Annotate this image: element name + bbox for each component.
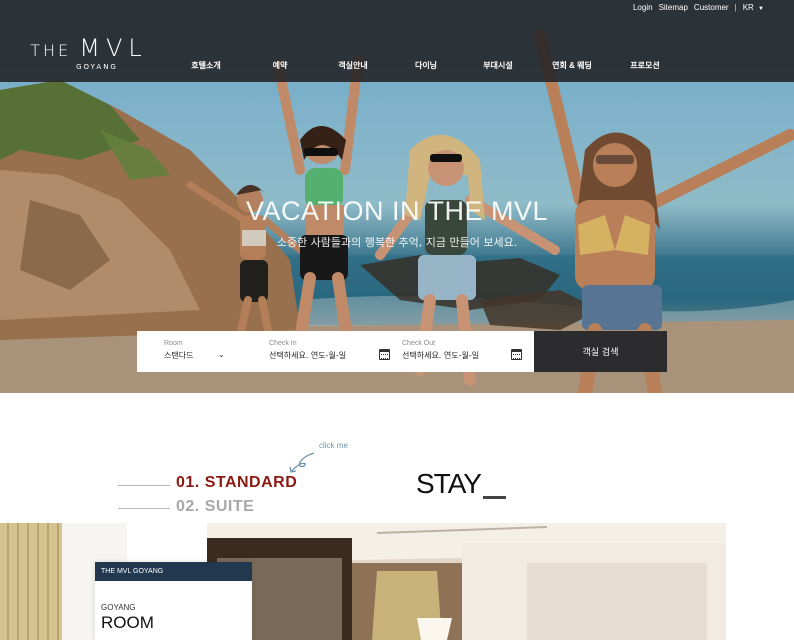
- site-header: Login Sitemap Customer | KR ▼ THE MVL GO…: [0, 0, 794, 82]
- logo-wordmark: THE MVL: [24, 34, 154, 62]
- logo-word-mvl: MVL: [79, 34, 148, 62]
- room-value: 스탠다드: [164, 351, 194, 360]
- tab-standard[interactable]: 01. STANDARD: [176, 474, 297, 492]
- customer-link[interactable]: Customer: [694, 3, 729, 12]
- login-link[interactable]: Login: [633, 3, 653, 12]
- nav-item-about[interactable]: 호텔소개: [191, 60, 220, 71]
- nav-item-reservation[interactable]: 예약: [273, 60, 288, 71]
- room-search-button[interactable]: 객실 검색: [534, 331, 667, 372]
- curved-arrow-icon: [289, 452, 315, 473]
- click-me-hint: click me: [319, 441, 348, 450]
- nav-item-promotion[interactable]: 프로모션: [630, 60, 659, 71]
- room-label: Room: [164, 340, 183, 347]
- check-in-value: 선택하세요. 연도-월-일: [269, 351, 347, 360]
- logo-sub: GOYANG: [76, 63, 118, 71]
- chevron-down-icon: ⌄: [218, 350, 225, 359]
- nav-item-wedding[interactable]: 연회 & 웨딩: [552, 60, 592, 71]
- language-label: KR: [742, 3, 754, 12]
- tab-divider-line: [118, 508, 170, 509]
- hero-banner: Login Sitemap Customer | KR ▼ THE MVL GO…: [0, 0, 794, 393]
- section-heading: STAY: [416, 468, 482, 499]
- calendar-icon[interactable]: [511, 349, 522, 360]
- room-select[interactable]: Room 스탠다드 ⌄: [137, 331, 267, 372]
- nav-item-dining[interactable]: 다이닝: [415, 60, 437, 71]
- divider: |: [734, 3, 737, 12]
- card-header: THE MVL GOYANG: [95, 562, 252, 581]
- caret-down-icon: ▼: [758, 6, 764, 12]
- check-in-label: Check In: [269, 340, 297, 347]
- check-out-value: 선택하세요. 연도-월-일: [402, 351, 480, 360]
- calendar-icon[interactable]: [379, 349, 390, 360]
- booking-bar: Room 스탠다드 ⌄ Check In 선택하세요. 연도-월-일 Check…: [137, 331, 667, 372]
- hero-title: VACATION IN THE MVL: [245, 196, 549, 226]
- check-out-label: Check Out: [402, 340, 436, 347]
- room-photo-main: [207, 523, 726, 640]
- page: Login Sitemap Customer | KR ▼ THE MVL GO…: [0, 0, 794, 640]
- heading-underline: [483, 496, 506, 499]
- check-in-field[interactable]: Check In 선택하세요. 연도-월-일: [267, 331, 401, 372]
- tab-divider-line: [118, 485, 170, 486]
- language-selector[interactable]: KR ▼: [743, 3, 764, 12]
- hero-subtitle: 소중한 사람들과의 행복한 추억, 지금 만들어 보세요.: [276, 236, 518, 249]
- logo-word-the: THE: [30, 41, 72, 60]
- card-title: ROOM: [101, 613, 154, 632]
- nav-item-facilities[interactable]: 부대시설: [483, 60, 512, 71]
- sitemap-link[interactable]: Sitemap: [659, 3, 688, 12]
- nav-item-rooms[interactable]: 객실안내: [338, 60, 367, 71]
- utility-links: Login Sitemap Customer | KR ▼: [633, 3, 764, 12]
- main-nav: 호텔소개 예약 객실안내 다이닝 부대시설 연회 & 웨딩 프로모션: [170, 60, 690, 72]
- room-card[interactable]: THE MVL GOYANG GOYANG ROOM: [95, 562, 252, 640]
- logo[interactable]: THE MVL GOYANG: [24, 34, 154, 71]
- card-location: GOYANG: [101, 603, 136, 612]
- tab-suite[interactable]: 02. SUITE: [176, 498, 254, 516]
- check-out-field[interactable]: Check Out 선택하세요. 연도-월-일: [401, 331, 534, 372]
